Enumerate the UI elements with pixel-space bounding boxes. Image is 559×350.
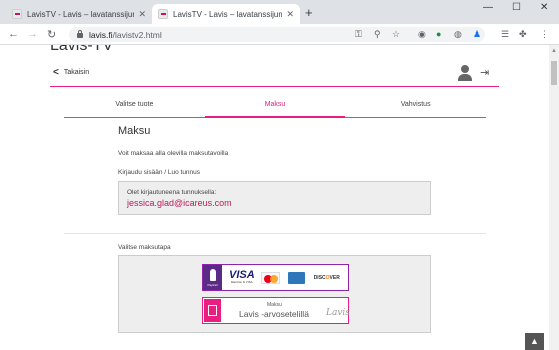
voucher-icon [204, 299, 221, 322]
visa-logo: VISA Electron & VISA [229, 269, 255, 285]
mastercard-logo [260, 271, 280, 284]
url-path: /lavistv2.html [112, 29, 162, 40]
logout-icon[interactable]: ⇥ [480, 66, 489, 79]
paytrail-logo: Paytrail [203, 265, 222, 290]
new-tab-plus-icon[interactable]: + [305, 5, 313, 20]
chevron-left-icon: < [53, 67, 59, 78]
user-profile-icon[interactable] [458, 65, 472, 81]
extension-grammarly-icon[interactable]: ● [436, 29, 441, 39]
zoom-icon[interactable]: ⚲ [374, 29, 381, 40]
extension-eye-icon[interactable]: ◉ [418, 29, 426, 40]
lock-icon [77, 30, 83, 38]
extensions-puzzle-icon[interactable]: ✤ [519, 29, 527, 40]
voucher-payment-button[interactable]: Maksu Lavis -arvosetelillä Lavis [202, 297, 350, 324]
reload-icon[interactable]: ↻ [47, 28, 56, 41]
lavis-script-logo: Lavis [326, 308, 350, 318]
lavis-favicon-icon [158, 9, 168, 19]
page-content: Lavis-TV < Takaisin ⇥ Valitse tuote Maks… [0, 45, 549, 350]
step-select-product[interactable]: Valitse tuote [64, 99, 205, 117]
section-divider [64, 233, 486, 234]
browser-tab-2[interactable]: LavisTV - Lavis – lavatanssijumpp ✕ [152, 4, 300, 24]
close-tab-icon[interactable]: ✕ [286, 9, 294, 20]
american-express-logo [287, 271, 305, 284]
site-brand[interactable]: Lavis-TV [50, 45, 113, 55]
page-title: Maksu [118, 125, 151, 137]
login-label: Kirjaudu sisään / Luo tunnus [118, 169, 201, 176]
card-payment-button[interactable]: Paytrail VISA Electron & VISA DISCOVER [202, 264, 349, 291]
key-icon[interactable]: ⚿ [355, 29, 362, 40]
lavis-favicon-icon [12, 9, 22, 19]
extension-person-icon[interactable]: ♟ [473, 29, 481, 40]
tab-title: LavisTV - Lavis – lavatanssijumpp [173, 9, 283, 19]
close-window-icon[interactable]: ✕ [540, 2, 548, 13]
logged-in-text: Olet kirjautuneena tunnuksella: [127, 189, 217, 196]
scroll-up-icon[interactable]: ▲ [551, 48, 557, 54]
bookmark-star-icon[interactable]: ☆ [392, 29, 400, 40]
browser-tab-1[interactable]: LavisTV - Lavis – lavatanssijumpp ✕ [6, 4, 152, 24]
payment-method-label: Valitse maksutapa [118, 244, 171, 251]
forward-arrow-icon[interactable]: → [27, 28, 38, 40]
voucher-small-label: Maksu [267, 302, 282, 308]
step-payment[interactable]: Maksu [204, 99, 346, 118]
payment-methods-box: Paytrail VISA Electron & VISA DISCOVER M… [118, 255, 431, 333]
browser-menu-icon[interactable]: ⋮ [540, 29, 549, 40]
reading-list-icon[interactable]: ☰ [501, 29, 509, 40]
extension-glasses-icon[interactable]: ◍ [454, 29, 462, 40]
step-confirmation[interactable]: Vahvistus [345, 99, 486, 117]
checkout-steps: Valitse tuote Maksu Vahvistus [64, 99, 486, 118]
scrollbar-thumb[interactable] [551, 61, 557, 85]
back-arrow-icon[interactable]: ← [8, 28, 19, 40]
close-tab-icon[interactable]: ✕ [138, 9, 146, 20]
url-domain: lavis.fi [89, 29, 113, 40]
minimize-icon[interactable]: — [483, 2, 493, 13]
browser-toolbar: ← → ↻ lavis.fi/lavistv2.html ⚿ ⚲ ☆ ◉ ● ◍… [0, 24, 559, 45]
back-link[interactable]: < Takaisin [53, 67, 89, 78]
page-scrollbar[interactable]: ▲ [549, 45, 559, 350]
back-label: Takaisin [63, 69, 90, 76]
payment-intro-text: Voit maksaa alla olevilla maksutavoilla [118, 150, 229, 157]
maximize-icon[interactable]: ☐ [512, 2, 521, 13]
scroll-to-top-button[interactable]: ▲ [525, 333, 544, 350]
voucher-label: Lavis -arvosetelillä [239, 309, 309, 319]
header-divider [50, 86, 499, 87]
login-status-box: Olet kirjautuneena tunnuksella: jessica.… [118, 181, 431, 215]
user-email: jessica.glad@icareus.com [127, 198, 232, 208]
tab-title: LavisTV - Lavis – lavatanssijumpp [27, 9, 134, 19]
discover-logo: DISCOVER [313, 274, 340, 281]
browser-tab-bar: LavisTV - Lavis – lavatanssijumpp ✕ Lavi… [0, 0, 559, 24]
